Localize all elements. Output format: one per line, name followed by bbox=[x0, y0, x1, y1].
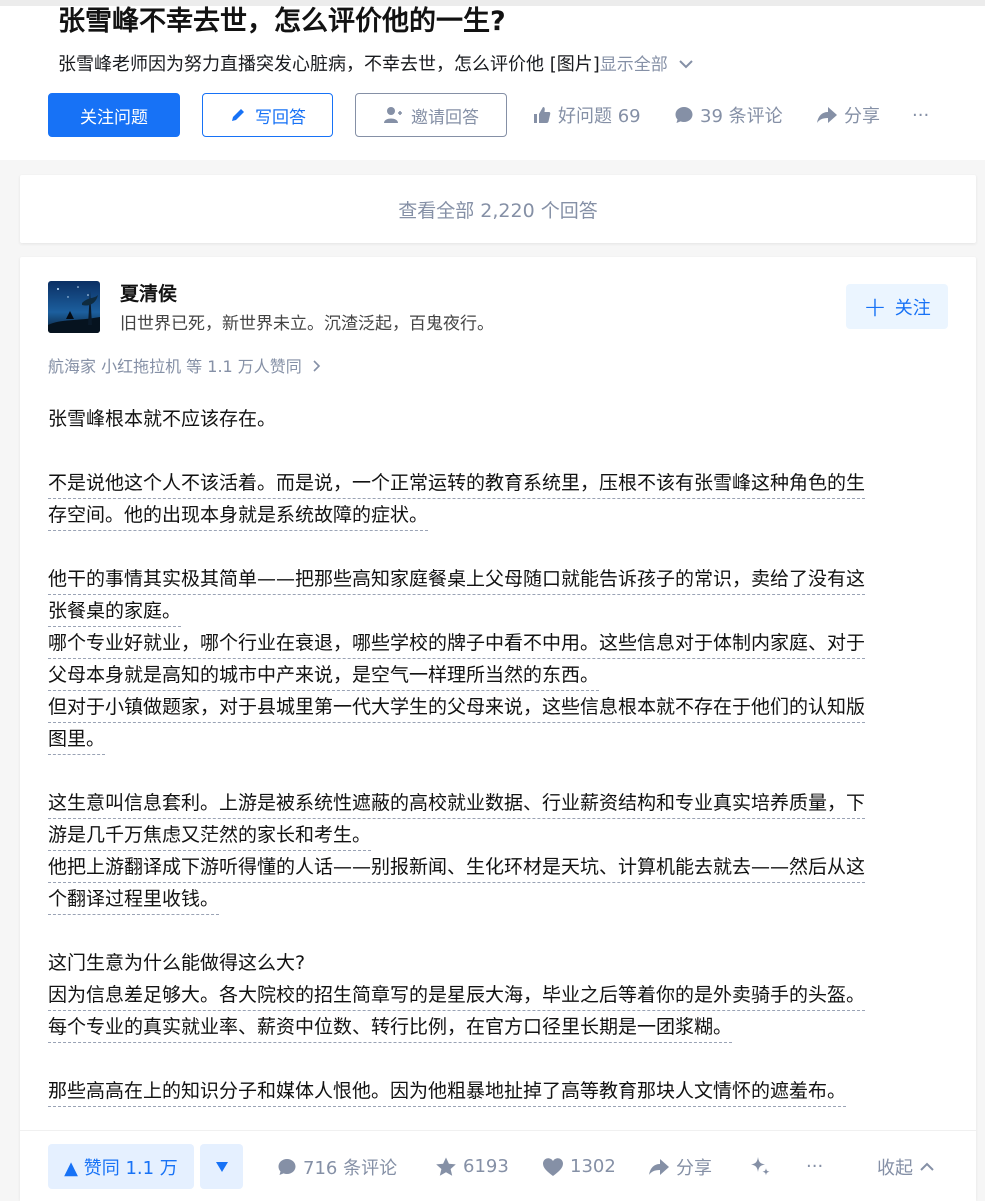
good-question-button[interactable]: 好问题 69 bbox=[532, 93, 641, 137]
answer-line: 他把上游翻译成下游听得懂的人话——别报新闻、生化环材是天坑、计算机能去就去——然… bbox=[48, 852, 866, 883]
favorite-count: 6193 bbox=[463, 1156, 509, 1177]
share-icon bbox=[817, 107, 837, 123]
answer-card: 夏清侯 旧世界已死，新世界未立。沉渣泛起，百鬼夜行。 + 关注 航海家 小红拖拉… bbox=[20, 257, 976, 1200]
upvote-button[interactable]: ▲ 赞同 1.1 万 bbox=[48, 1144, 194, 1189]
answer-line: 但对于小镇做题家，对于县城里第一代大学生的父母来说，这些信息根本就不存在于他们的… bbox=[48, 692, 866, 723]
chevron-down-icon[interactable] bbox=[678, 50, 694, 80]
answer-paragraph: 那些高高在上的知识分子和媒体人恨他。因为他粗暴地扯掉了高等教育那块人文情怀的遮羞… bbox=[48, 1075, 847, 1107]
answer-line: 存空间。他的出现本身就是系统故障的症状。 bbox=[48, 500, 429, 531]
answer-action-bar: ▲ 赞同 1.1 万 716 条评论 6193 1302 分享 ··· 收起 bbox=[20, 1130, 976, 1201]
voters-text: 航海家 小红拖拉机 等 1.1 万人赞同 bbox=[48, 357, 302, 376]
invite-answer-button[interactable]: 邀请回答 bbox=[355, 93, 507, 137]
author-bio: 旧世界已死，新世界未立。沉渣泛起，百鬼夜行。 bbox=[120, 314, 494, 334]
question-more-button[interactable]: ··· bbox=[912, 93, 929, 137]
answer-line: 父母本身就是高知的城市中产来说，是空气一样理所当然的东西。 bbox=[48, 660, 600, 691]
answer-line: 这门生意为什么能做得这么大? bbox=[48, 952, 306, 974]
answer-line: 哪个专业好就业，哪个行业在衰退，哪些学校的牌子中看不中用。这些信息对于体制内家庭… bbox=[48, 628, 866, 659]
downvote-button[interactable] bbox=[200, 1144, 243, 1189]
question-actions: 关注问题 写回答 邀请回答 好问题 69 39 条评论 分享 ··· bbox=[48, 93, 948, 139]
write-answer-label: 写回答 bbox=[255, 107, 306, 128]
answer-line: 图里。 bbox=[48, 724, 106, 755]
favorite-button[interactable]: 6193 bbox=[435, 1144, 509, 1189]
add-user-icon bbox=[384, 107, 402, 123]
question-excerpt: 张雪峰老师因为努力直播突发心脏病，不幸去世，怎么评价他 [图片]显示全部 bbox=[58, 50, 694, 80]
answer-paragraph: 不是说他这个人不该活着。而是说，一个正常运转的教育系统里，压根不该有张雪峰这种角… bbox=[48, 467, 866, 531]
collapse-label: 收起 bbox=[877, 1157, 913, 1179]
answer-paragraph: 他干的事情其实极其简单——把那些高知家庭餐桌上父母随口就能告诉孩子的常识，卖给了… bbox=[48, 563, 866, 755]
voters-summary[interactable]: 航海家 小红拖拉机 等 1.1 万人赞同 bbox=[48, 353, 321, 377]
question-header: 张雪峰不幸去世，怎么评价他的一生? 张雪峰老师因为努力直播突发心脏病，不幸去世，… bbox=[0, 0, 985, 160]
follow-question-button[interactable]: 关注问题 bbox=[48, 93, 180, 137]
comment-icon bbox=[278, 1158, 296, 1175]
chevron-up-icon bbox=[920, 1162, 934, 1171]
answer-line: 个翻译过程里收钱。 bbox=[48, 884, 220, 915]
thumbs-up-icon bbox=[534, 107, 551, 123]
invite-answer-label: 邀请回答 bbox=[411, 107, 479, 128]
answer-share-label: 分享 bbox=[676, 1157, 712, 1179]
heart-icon bbox=[543, 1157, 563, 1176]
question-excerpt-text: 张雪峰老师因为努力直播突发心脏病，不幸去世，怎么评价他 [图片] bbox=[58, 54, 600, 75]
ai-sparkle-button[interactable] bbox=[748, 1144, 778, 1189]
answer-more-button[interactable]: ··· bbox=[806, 1144, 823, 1189]
comment-icon bbox=[675, 107, 693, 123]
answer-line: 这生意叫信息套利。上游是被系统性遮蔽的高校就业数据、行业薪资结构和专业真实培养质… bbox=[48, 788, 866, 819]
answer-line: 他干的事情其实极其简单——把那些高知家庭餐桌上父母随口就能告诉孩子的常识，卖给了… bbox=[48, 564, 866, 595]
chevron-right-icon bbox=[313, 360, 321, 372]
pencil-icon bbox=[232, 109, 244, 121]
answer-share-button[interactable]: 分享 bbox=[648, 1144, 712, 1189]
answer-line: 那些高高在上的知识分子和媒体人恨他。因为他粗暴地扯掉了高等教育那块人文情怀的遮羞… bbox=[48, 1076, 847, 1107]
answer-paragraph: 张雪峰根本就不应该存在。 bbox=[48, 403, 276, 435]
collapse-button[interactable]: 收起 bbox=[877, 1144, 941, 1189]
view-all-answers-button[interactable]: 查看全部 2,220 个回答 bbox=[20, 175, 976, 243]
write-answer-button[interactable]: 写回答 bbox=[202, 93, 333, 137]
sparkle-icon bbox=[751, 1156, 770, 1175]
question-comments-button[interactable]: 39 条评论 bbox=[674, 93, 783, 137]
like-button[interactable]: 1302 bbox=[542, 1144, 616, 1189]
answer-comments-label: 716 条评论 bbox=[303, 1157, 398, 1179]
answer-line: 每个专业的真实就业率、薪资中位数、转行比例，在官方口径里长期是一团浆糊。 bbox=[48, 1012, 733, 1043]
answer-paragraph: 这门生意为什么能做得这么大? bbox=[48, 947, 305, 979]
show-all-link[interactable]: 显示全部 bbox=[600, 55, 668, 75]
follow-author-label: 关注 bbox=[894, 297, 931, 319]
answer-line: 张餐桌的家庭。 bbox=[48, 596, 182, 627]
avatar[interactable] bbox=[48, 281, 100, 333]
answer-paragraph: 因为信息差足够大。各大院校的招生简章写的是星辰大海，毕业之后等着你的是外卖骑手的… bbox=[48, 979, 866, 1043]
star-icon bbox=[436, 1157, 456, 1176]
share-icon bbox=[649, 1158, 669, 1175]
answer-line: 游是几千万焦虑又茫然的家长和考生。 bbox=[48, 820, 372, 851]
question-comments-label: 39 条评论 bbox=[700, 106, 783, 127]
good-question-label: 好问题 69 bbox=[558, 106, 641, 127]
answer-line: 不是说他这个人不该活着。而是说，一个正常运转的教育系统里，压根不该有张雪峰这种角… bbox=[48, 468, 866, 499]
plus-icon: + bbox=[863, 289, 887, 323]
question-title: 张雪峰不幸去世，怎么评价他的一生? bbox=[58, 6, 506, 37]
author-name[interactable]: 夏清侯 bbox=[120, 279, 177, 306]
triangle-down-icon bbox=[215, 1161, 228, 1172]
question-share-label: 分享 bbox=[844, 106, 880, 127]
follow-author-button[interactable]: + 关注 bbox=[846, 284, 948, 329]
like-count: 1302 bbox=[570, 1156, 616, 1177]
answer-line: 张雪峰根本就不应该存在。 bbox=[48, 408, 277, 430]
answer-comments-button[interactable]: 716 条评论 bbox=[277, 1144, 397, 1189]
answer-line: 因为信息差足够大。各大院校的招生简章写的是星辰大海，毕业之后等着你的是外卖骑手的… bbox=[48, 980, 866, 1011]
answer-paragraph: 这生意叫信息套利。上游是被系统性遮蔽的高校就业数据、行业薪资结构和专业真实培养质… bbox=[48, 787, 866, 915]
question-share-button[interactable]: 分享 bbox=[816, 93, 880, 137]
